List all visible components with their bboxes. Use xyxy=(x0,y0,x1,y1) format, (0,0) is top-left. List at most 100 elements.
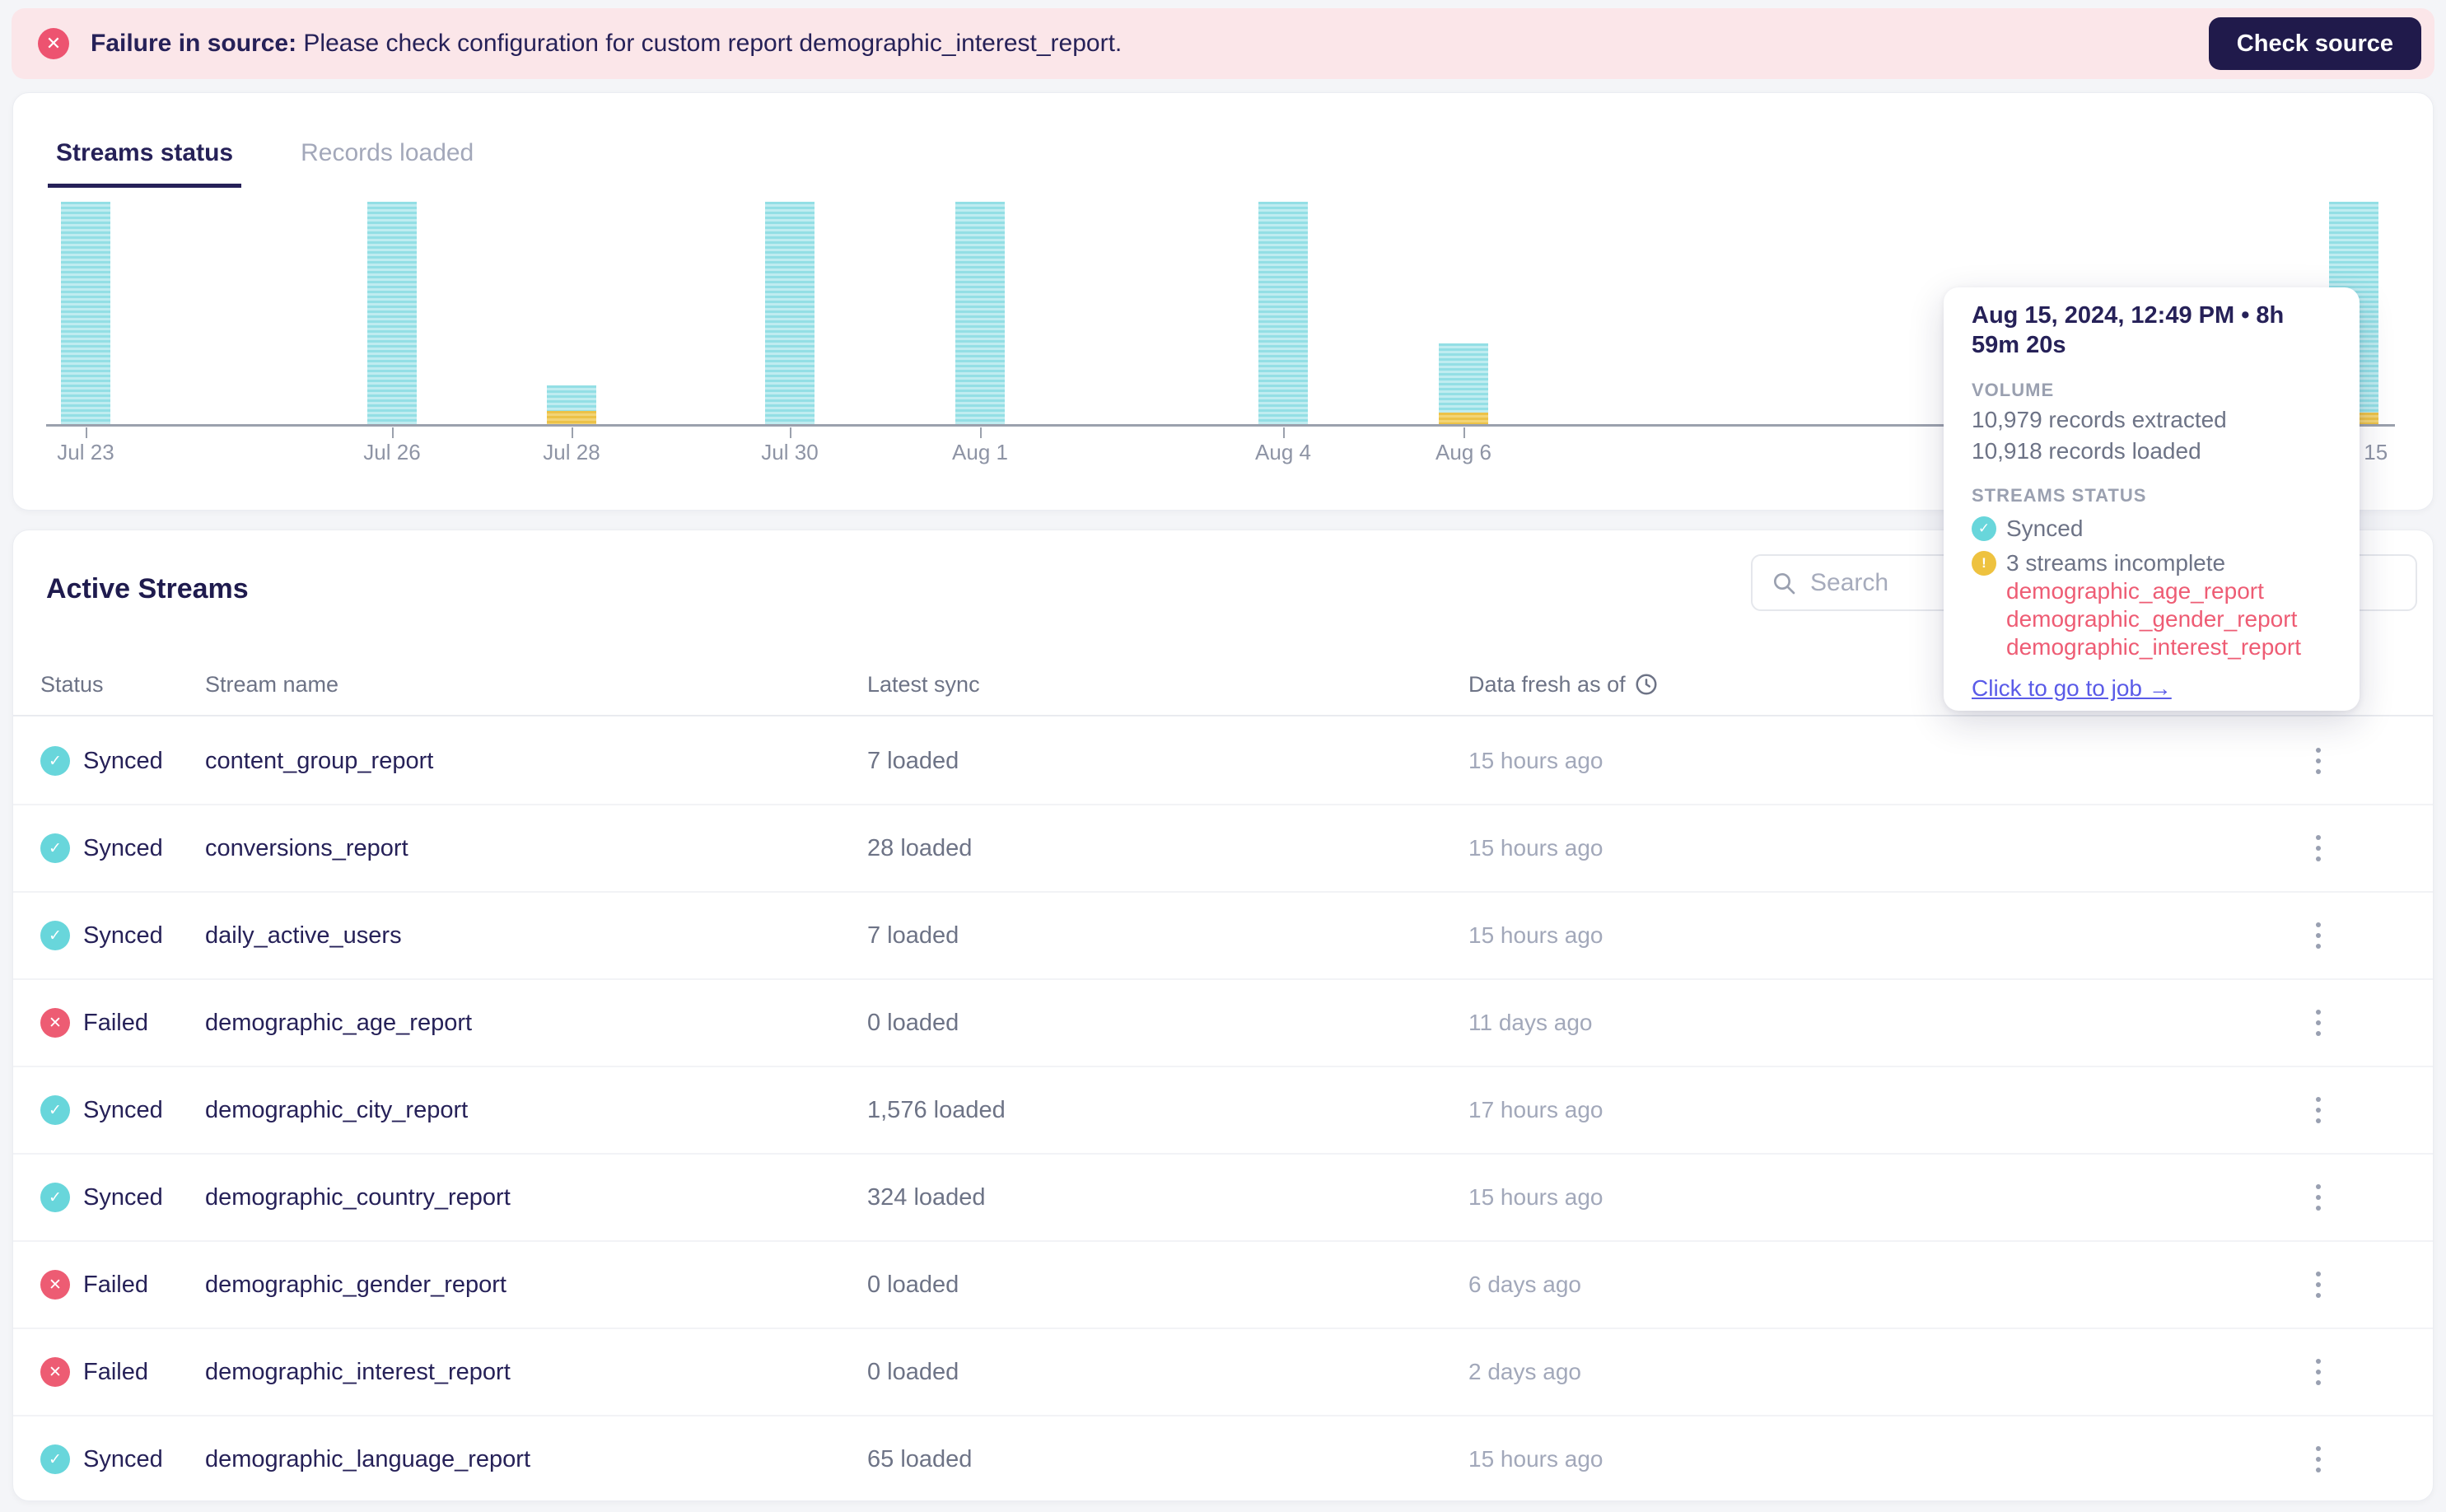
status-label: Synced xyxy=(83,834,163,861)
status-label: Synced xyxy=(83,747,163,774)
bar-incomplete-segment xyxy=(547,411,596,424)
bar-synced-segment xyxy=(547,385,596,411)
sync-tooltip: Aug 15, 2024, 12:49 PM • 8h 59m 20s VOLU… xyxy=(1944,287,2360,711)
status-label: Failed xyxy=(83,1271,148,1298)
data-fresh-value: 6 days ago xyxy=(1468,1272,1581,1297)
error-icon: ✕ xyxy=(38,28,69,59)
status-label: Synced xyxy=(83,1096,163,1123)
status-label: Synced xyxy=(83,922,163,949)
data-fresh-value: 11 days ago xyxy=(1468,1010,1593,1035)
row-menu-button[interactable] xyxy=(2309,916,2327,955)
stream-name: demographic_language_report xyxy=(205,1445,531,1472)
status-label: Failed xyxy=(83,1358,148,1385)
table-body: ✓ Synced content_group_report 7 loaded 1… xyxy=(13,718,2433,1500)
stream-name: daily_active_users xyxy=(205,922,402,949)
stream-name: demographic_interest_report xyxy=(205,1358,511,1385)
status-icon: ✓ xyxy=(40,1183,70,1212)
stream-name: demographic_gender_report xyxy=(205,1271,506,1298)
chart-bar[interactable] xyxy=(1258,202,1308,424)
status-label: Synced xyxy=(83,1445,163,1472)
table-row: ✓ Synced demographic_language_report 65 … xyxy=(13,1416,2433,1500)
latest-sync-value: 7 loaded xyxy=(867,922,959,949)
bar-synced-segment xyxy=(1439,343,1488,413)
bar-synced-segment xyxy=(765,202,815,424)
status-icon: ✕ xyxy=(40,1357,70,1387)
records-extracted: 10,979 records extracted xyxy=(1972,407,2227,432)
alert-detail: Please check configuration for custom re… xyxy=(296,30,1123,57)
table-row: ✓ Synced conversions_report 28 loaded 15… xyxy=(13,805,2433,893)
axis-tick xyxy=(572,427,573,438)
status-icon: ✓ xyxy=(40,921,70,950)
table-row: ✓ Synced demographic_country_report 324 … xyxy=(13,1155,2433,1242)
data-fresh-value: 15 hours ago xyxy=(1468,748,1603,773)
latest-sync-value: 0 loaded xyxy=(867,1271,959,1298)
incomplete-stream-link[interactable]: demographic_age_report xyxy=(2006,577,2335,605)
data-fresh-value: 15 hours ago xyxy=(1468,1446,1603,1472)
bar-synced-segment xyxy=(955,202,1005,424)
bar-incomplete-segment xyxy=(1439,413,1488,424)
row-menu-button[interactable] xyxy=(2309,1178,2327,1217)
bar-synced-segment xyxy=(367,202,417,424)
axis-label: Jul 30 xyxy=(761,440,819,464)
data-fresh-value: 2 days ago xyxy=(1468,1359,1581,1384)
status-label: Synced xyxy=(83,1183,163,1211)
axis-tick xyxy=(1463,427,1465,438)
chart-bar[interactable] xyxy=(547,385,596,424)
axis-tick xyxy=(790,427,791,438)
clock-icon xyxy=(1636,674,1657,695)
latest-sync-value: 65 loaded xyxy=(867,1445,973,1472)
row-menu-button[interactable] xyxy=(2309,1003,2327,1043)
synced-check-icon: ✓ xyxy=(1972,516,1996,541)
status-icon: ✓ xyxy=(40,746,70,776)
check-source-button[interactable]: Check source xyxy=(2208,17,2421,70)
latest-sync-value: 7 loaded xyxy=(867,747,959,774)
incomplete-label: 3 streams incomplete xyxy=(2006,550,2226,576)
status-icon: ✕ xyxy=(40,1270,70,1300)
table-row: ✕ Failed demographic_age_report 0 loaded… xyxy=(13,980,2433,1067)
stream-name: demographic_age_report xyxy=(205,1009,473,1036)
synced-label: Synced xyxy=(2006,516,2084,541)
section-title: Active Streams xyxy=(46,573,249,604)
alert-message: Failure in source: Please check configur… xyxy=(91,30,1122,58)
latest-sync-value: 0 loaded xyxy=(867,1358,959,1385)
tooltip-volume-label: VOLUME xyxy=(1972,380,2055,400)
row-menu-button[interactable] xyxy=(2309,1440,2327,1479)
go-to-job-link[interactable]: Click to go to job → xyxy=(1972,674,2172,702)
axis-label: Jul 28 xyxy=(543,440,600,464)
axis-label: Aug 1 xyxy=(952,440,1008,464)
data-fresh-value: 15 hours ago xyxy=(1468,1184,1603,1210)
chart-bar[interactable] xyxy=(955,202,1005,424)
row-menu-button[interactable] xyxy=(2309,828,2327,868)
chart-bar[interactable] xyxy=(61,202,110,424)
latest-sync-value: 28 loaded xyxy=(867,834,973,861)
col-status: Status xyxy=(40,671,104,697)
table-row: ✓ Synced content_group_report 7 loaded 1… xyxy=(13,718,2433,805)
status-icon: ✕ xyxy=(40,1008,70,1038)
axis-tick xyxy=(86,427,87,438)
stream-name: demographic_country_report xyxy=(205,1183,511,1211)
axis-tick xyxy=(1283,427,1285,438)
row-menu-button[interactable] xyxy=(2309,1352,2327,1392)
axis-tick xyxy=(980,427,982,438)
chart-bar[interactable] xyxy=(1439,343,1488,424)
latest-sync-value: 324 loaded xyxy=(867,1183,986,1211)
warning-icon: ! xyxy=(1972,551,1996,576)
data-fresh-value: 15 hours ago xyxy=(1468,922,1603,948)
stream-name: demographic_city_report xyxy=(205,1096,469,1123)
chart-bar[interactable] xyxy=(367,202,417,424)
col-data-fresh-label: Data fresh as of xyxy=(1468,671,1626,697)
table-row: ✓ Synced daily_active_users 7 loaded 15 … xyxy=(13,893,2433,980)
data-fresh-value: 17 hours ago xyxy=(1468,1097,1603,1122)
status-icon: ✓ xyxy=(40,1095,70,1125)
tooltip-title: Aug 15, 2024, 12:49 PM • 8h 59m 20s xyxy=(1972,302,2285,358)
incomplete-stream-link[interactable]: demographic_gender_report xyxy=(2006,605,2335,633)
table-row: ✓ Synced demographic_city_report 1,576 l… xyxy=(13,1067,2433,1155)
data-fresh-value: 15 hours ago xyxy=(1468,835,1603,861)
row-menu-button[interactable] xyxy=(2309,741,2327,781)
chart-bar[interactable] xyxy=(765,202,815,424)
row-menu-button[interactable] xyxy=(2309,1090,2327,1130)
axis-label: Jul 23 xyxy=(57,440,114,464)
search-icon xyxy=(1774,572,1795,594)
row-menu-button[interactable] xyxy=(2309,1265,2327,1304)
incomplete-stream-link[interactable]: demographic_interest_report xyxy=(2006,633,2335,661)
